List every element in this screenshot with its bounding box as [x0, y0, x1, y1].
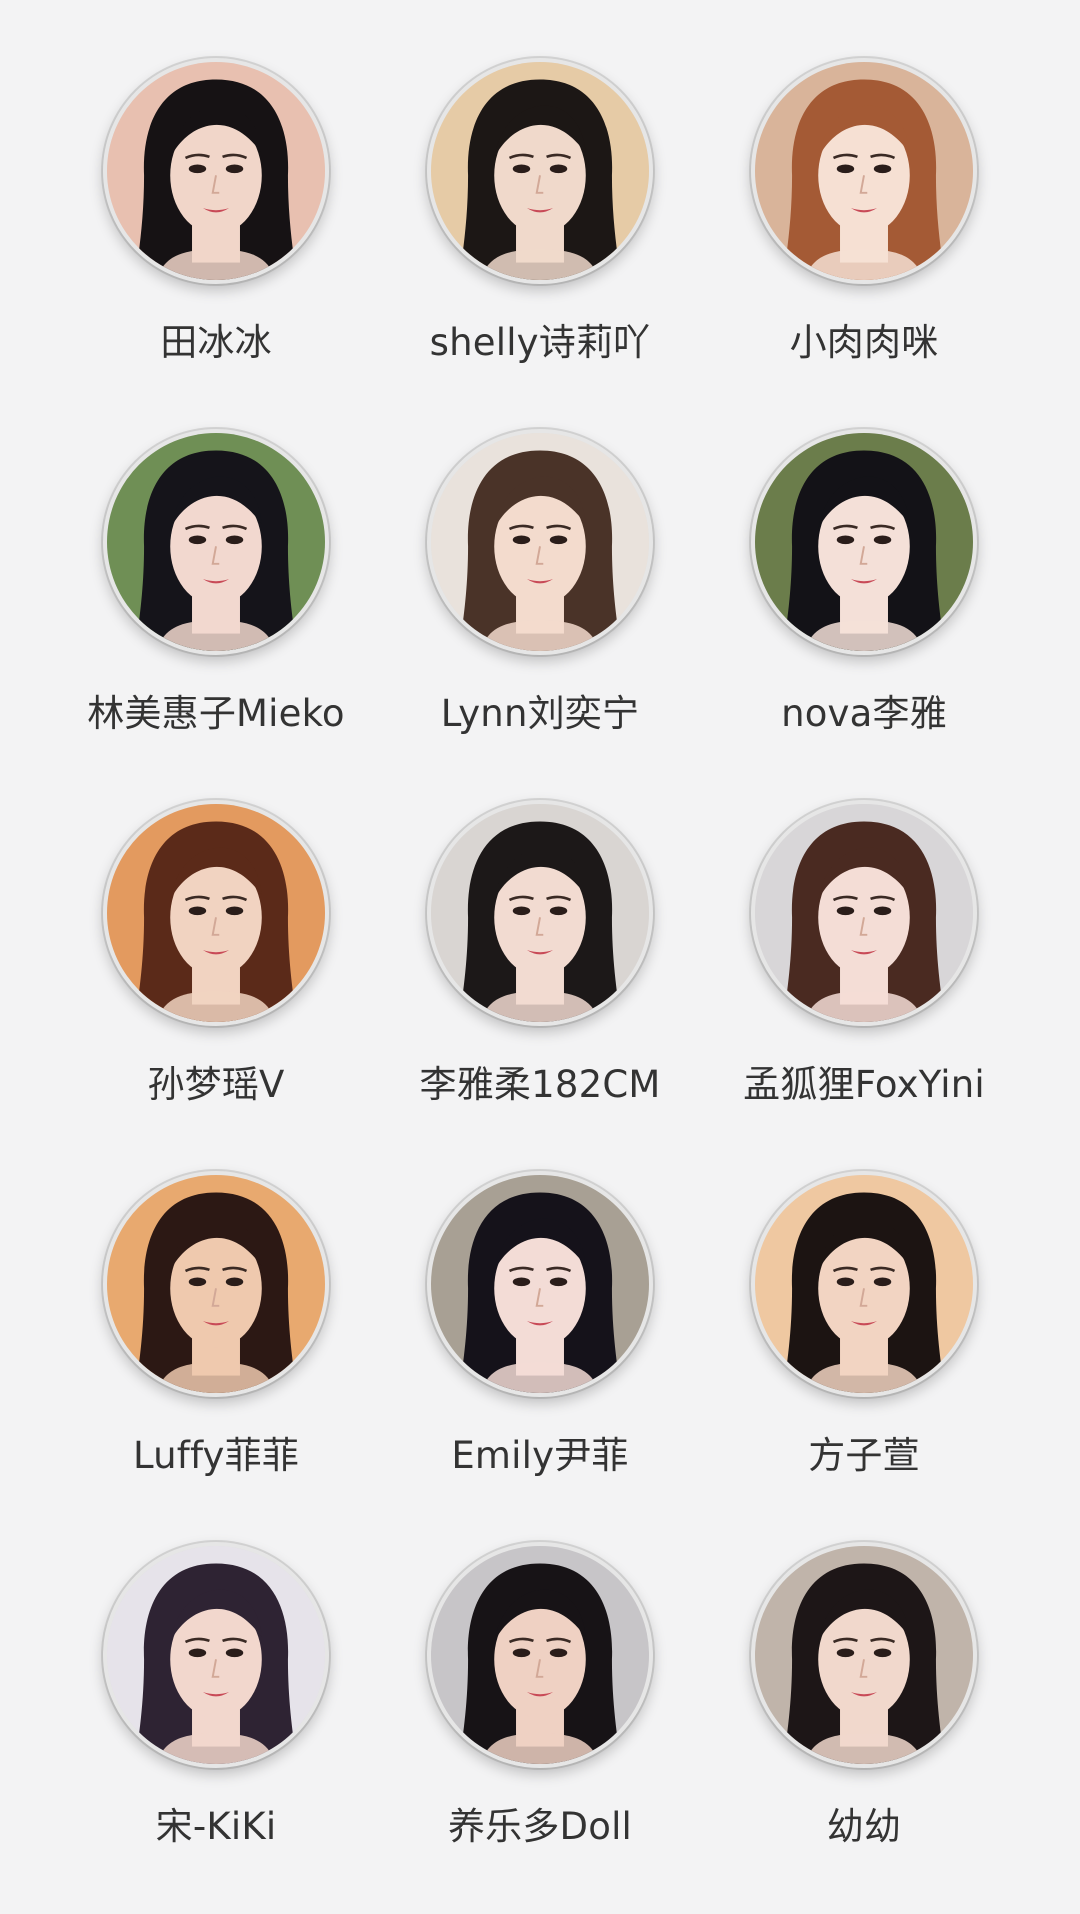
profile-card[interactable]: Lynn刘奕宁 [370, 429, 710, 789]
profile-avatar[interactable] [751, 429, 977, 655]
profile-name: Lynn刘奕宁 [440, 692, 640, 735]
profile-card[interactable]: Emily尹菲 [370, 1171, 710, 1531]
profile-grid: 田冰冰 shelly诗莉吖 小肉肉咪林美惠子Mieko Lynn刘奕宁 nova李雅孙梦… [0, 0, 1080, 1914]
profile-avatar[interactable] [103, 429, 329, 655]
profile-card[interactable]: 田冰冰 [46, 58, 386, 418]
profile-avatar[interactable] [751, 58, 977, 284]
profile-card[interactable]: 小肉肉咪 [694, 58, 1034, 418]
profile-name: 孟狐狸FoxYini [743, 1063, 985, 1106]
profile-avatar[interactable] [103, 58, 329, 284]
profile-card[interactable]: 方子萱 [694, 1171, 1034, 1531]
profile-name: 林美惠子Mieko [87, 692, 345, 735]
profile-name: Emily尹菲 [451, 1434, 629, 1477]
profile-avatar[interactable] [427, 58, 653, 284]
profile-avatar[interactable] [427, 1542, 653, 1768]
profile-avatar[interactable] [103, 800, 329, 1026]
profile-avatar[interactable] [103, 1171, 329, 1397]
profile-card[interactable]: 孙梦瑶V [46, 800, 386, 1160]
profile-name: 宋-KiKi [155, 1805, 277, 1848]
profile-name: nova李雅 [781, 692, 947, 735]
profile-avatar[interactable] [427, 1171, 653, 1397]
profile-card[interactable]: 幼幼 [694, 1542, 1034, 1902]
profile-avatar[interactable] [103, 1542, 329, 1768]
profile-card[interactable]: 养乐多Doll [370, 1542, 710, 1902]
profile-avatar[interactable] [427, 429, 653, 655]
profile-card[interactable]: 宋-KiKi [46, 1542, 386, 1902]
profile-name: 李雅柔182CM [419, 1063, 661, 1106]
profile-name: 方子萱 [808, 1434, 920, 1477]
profile-name: Luffy菲菲 [132, 1434, 300, 1477]
profile-card[interactable]: nova李雅 [694, 429, 1034, 789]
profile-name: 幼幼 [826, 1805, 902, 1848]
profile-card[interactable]: shelly诗莉吖 [370, 58, 710, 418]
profile-avatar[interactable] [427, 800, 653, 1026]
profile-card[interactable]: 林美惠子Mieko [46, 429, 386, 789]
profile-card[interactable]: 李雅柔182CM [370, 800, 710, 1160]
profile-card[interactable]: Luffy菲菲 [46, 1171, 386, 1531]
profile-avatar[interactable] [751, 800, 977, 1026]
profile-name: 田冰冰 [160, 321, 272, 364]
profile-name: shelly诗莉吖 [429, 321, 651, 364]
profile-name: 孙梦瑶V [147, 1063, 285, 1106]
profile-name: 小肉肉咪 [789, 321, 939, 364]
profile-name: 养乐多Doll [447, 1805, 633, 1848]
profile-avatar[interactable] [751, 1171, 977, 1397]
profile-avatar[interactable] [751, 1542, 977, 1768]
profile-card[interactable]: 孟狐狸FoxYini [694, 800, 1034, 1160]
